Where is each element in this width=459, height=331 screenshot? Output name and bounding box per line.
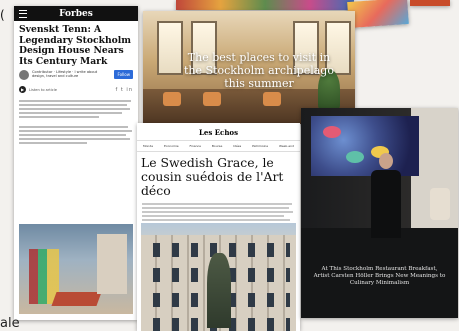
hotel-article-title: The best places to visit in the Stockhol… <box>184 51 334 90</box>
text-line <box>142 211 294 213</box>
les-echos-body <box>137 198 300 226</box>
paint-blotch <box>346 151 364 163</box>
byline: Contributor · Lifestyle · I write about … <box>14 67 138 83</box>
paint-blotch <box>323 126 341 138</box>
edge-glyph: ( <box>0 8 5 22</box>
forbes-logo[interactable]: Forbes <box>59 9 93 19</box>
share-icons[interactable]: f t in <box>116 87 133 93</box>
text-line <box>19 100 131 102</box>
les-echos-nav: Monde Economie Finance Bourse Idées Patr… <box>137 140 300 152</box>
menu-icon[interactable] <box>19 9 27 18</box>
listen-label: Listen to article <box>29 87 57 92</box>
article-headline: Svenskt Tenn: A Legendary Stockholm Desi… <box>19 24 131 67</box>
magazine-photo <box>347 0 409 29</box>
text-line <box>19 126 129 128</box>
article-photo <box>19 224 133 314</box>
text-line <box>19 138 130 140</box>
text-line <box>19 108 130 110</box>
fountain-sculpture <box>207 253 231 328</box>
nav-item[interactable]: Patrimoine <box>252 144 268 148</box>
nav-item[interactable]: Bourse <box>212 144 222 148</box>
nav-item[interactable]: Idées <box>233 144 241 148</box>
text-line <box>19 142 88 144</box>
author-avatar[interactable] <box>19 70 29 80</box>
portrait-caption: At This Stockholm Restaurant Breakfast, … <box>313 266 446 287</box>
chair <box>263 92 281 106</box>
photo-wall <box>97 234 127 294</box>
portrait-article-card[interactable]: At This Stockholm Restaurant Breakfast, … <box>301 108 458 318</box>
text-line <box>19 112 122 114</box>
text-line <box>142 219 291 221</box>
play-icon[interactable]: ▶ <box>19 86 26 93</box>
nav-item[interactable]: Economie <box>164 144 179 148</box>
text-line <box>142 203 292 205</box>
text-line <box>19 116 99 118</box>
text-line <box>19 130 132 132</box>
stray-text: ale <box>0 316 20 331</box>
article-body <box>14 96 138 148</box>
red-object-photo <box>410 0 450 6</box>
nav-item[interactable]: Finance <box>190 144 201 148</box>
man-suit <box>371 170 401 238</box>
les-echos-headline: Le Swedish Grace, le cousin suédois de l… <box>141 155 284 198</box>
follow-button[interactable]: Follow <box>114 70 133 79</box>
audio-player: ▶ Listen to article f t in <box>14 83 138 96</box>
text-line <box>19 104 128 106</box>
forbes-masthead: Forbes <box>14 6 138 21</box>
text-line <box>19 134 127 136</box>
standing-man <box>371 153 401 238</box>
cushion-photo <box>176 0 354 10</box>
nav-item[interactable]: Week-end <box>279 144 294 148</box>
les-echos-logo[interactable]: Les Echos <box>137 123 300 137</box>
white-chair <box>430 188 450 220</box>
man-head <box>379 153 393 169</box>
chair <box>203 92 221 106</box>
nav-item[interactable]: Monde <box>143 144 153 148</box>
text-line <box>142 215 285 217</box>
les-echos-photo <box>141 223 296 331</box>
author-line: Contributor · Lifestyle · I write about … <box>32 70 98 79</box>
abstract-painting <box>311 116 419 176</box>
window <box>157 21 183 75</box>
text-line <box>142 207 289 209</box>
les-echos-article-card[interactable]: Les Echos Monde Economie Finance Bourse … <box>137 123 300 331</box>
forbes-article-card[interactable]: Forbes Svenskt Tenn: A Legendary Stockho… <box>14 6 138 320</box>
photo-rug <box>51 292 102 306</box>
chair <box>163 92 181 106</box>
